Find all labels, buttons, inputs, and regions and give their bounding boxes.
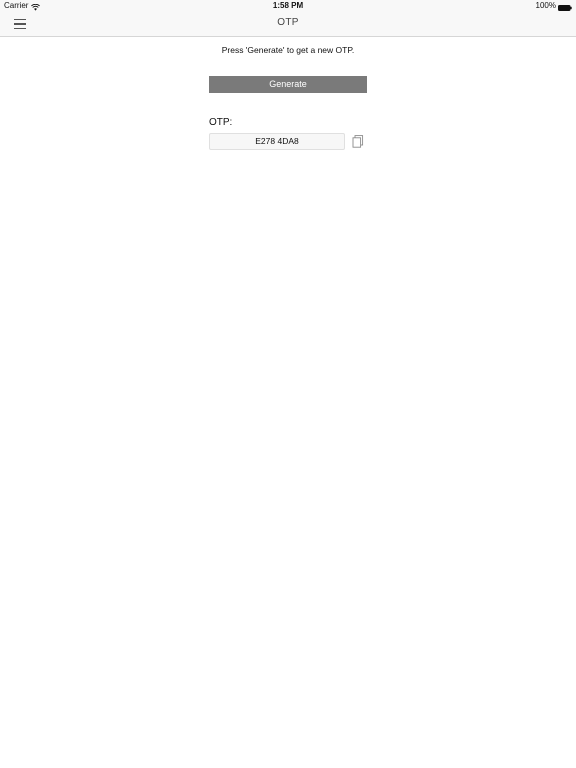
battery-icon bbox=[558, 3, 572, 11]
status-time: 1:58 PM bbox=[272, 1, 304, 10]
battery-percent: 100% bbox=[535, 1, 556, 10]
app-screen: Carrier 1:58 PM 100% OTP Press 'Generate… bbox=[0, 0, 576, 768]
copy-icon[interactable] bbox=[352, 135, 364, 148]
status-bar: Carrier 1:58 PM 100% bbox=[0, 0, 576, 12]
otp-value-field[interactable]: E278 4DA8 bbox=[209, 133, 345, 150]
page-title: OTP bbox=[277, 17, 299, 28]
battery-group: 100% bbox=[536, 0, 572, 12]
generate-button[interactable]: Generate bbox=[209, 76, 367, 93]
otp-label: OTP: bbox=[209, 117, 233, 128]
instruction-text: Press 'Generate' to get a new OTP. bbox=[221, 45, 355, 55]
navigation-bar: OTP bbox=[0, 12, 576, 37]
